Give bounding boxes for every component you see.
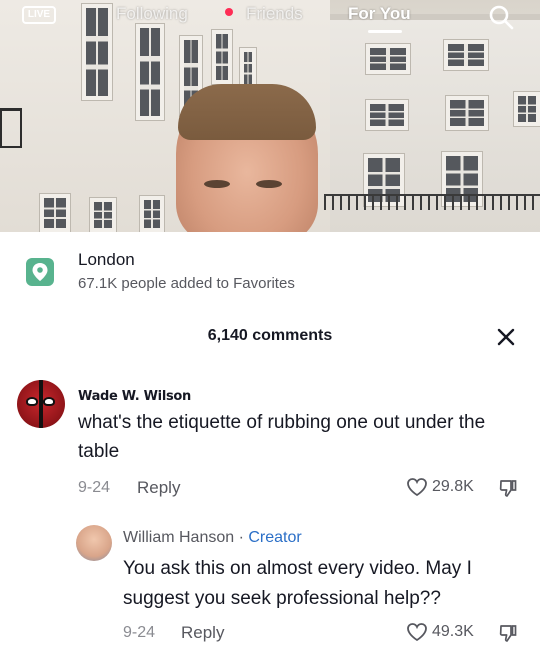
building-window	[240, 48, 256, 88]
creator-eye	[204, 180, 230, 188]
comment-author[interactable]: Wade W. Wilson	[78, 389, 191, 404]
building-window	[444, 40, 488, 70]
avatar[interactable]	[76, 525, 112, 561]
building-window	[90, 198, 116, 232]
badge-separator: ·	[234, 529, 249, 546]
notification-dot	[225, 8, 233, 16]
balcony-railing	[0, 108, 22, 148]
location-title: London	[78, 250, 135, 269]
close-icon[interactable]	[496, 327, 516, 347]
location-row[interactable]: London 67.1K people added to Favorites	[0, 232, 540, 298]
building-window	[212, 30, 232, 84]
active-tab-indicator	[368, 30, 402, 33]
tab-following[interactable]: Following	[116, 4, 188, 24]
comment-date: 9-24	[78, 479, 111, 496]
like-count: 29.8K	[432, 478, 474, 495]
reply-button[interactable]: Reply	[137, 478, 180, 498]
creator-hair	[178, 84, 316, 140]
creator-badge: Creator	[248, 529, 302, 546]
building-window	[446, 96, 488, 130]
avatar[interactable]	[17, 380, 65, 428]
building-window	[366, 100, 408, 130]
like-button[interactable]: 29.8K	[406, 477, 474, 497]
dislike-icon[interactable]	[498, 478, 518, 498]
reply-button[interactable]: Reply	[181, 623, 224, 643]
tab-for-you[interactable]: For You	[348, 4, 411, 24]
dislike-icon[interactable]	[498, 623, 518, 643]
comments-sheet: London 67.1K people added to Favorites 6…	[0, 232, 540, 646]
creator-eye	[256, 180, 282, 188]
building-window	[136, 24, 164, 120]
live-button[interactable]: LIVE	[22, 6, 56, 24]
heart-icon	[407, 478, 427, 497]
reply-author-name: William Hanson	[123, 529, 235, 546]
search-icon[interactable]	[488, 4, 514, 30]
balcony-railing	[324, 194, 540, 210]
comments-count: 6,140 comments	[207, 327, 333, 344]
comment-text: what's the etiquette of rubbing one out …	[78, 412, 486, 462]
avatar-mask-stripe	[39, 380, 43, 428]
reply-text: You ask this on almost every video. May …	[123, 558, 472, 609]
avatar-mask-eye	[26, 397, 38, 406]
heart-icon	[407, 623, 427, 642]
top-navigation: LIVE Following Friends For You	[0, 2, 540, 33]
reply-author[interactable]: William Hanson · Creator	[123, 529, 302, 547]
like-count: 49.3K	[432, 623, 474, 640]
building-window	[140, 196, 164, 232]
location-favorites-count: 67.1K people added to Favorites	[78, 275, 295, 292]
like-button[interactable]: 49.3K	[406, 622, 474, 642]
comment-date: 9-24	[123, 624, 156, 641]
location-pin-icon	[26, 258, 54, 286]
building-window	[514, 92, 540, 126]
building-window	[366, 44, 410, 74]
avatar-mask-eye	[43, 397, 55, 406]
building-window	[40, 194, 70, 232]
tab-friends[interactable]: Friends	[246, 4, 303, 24]
video-player[interactable]: LIVE Following Friends For You	[0, 0, 540, 232]
